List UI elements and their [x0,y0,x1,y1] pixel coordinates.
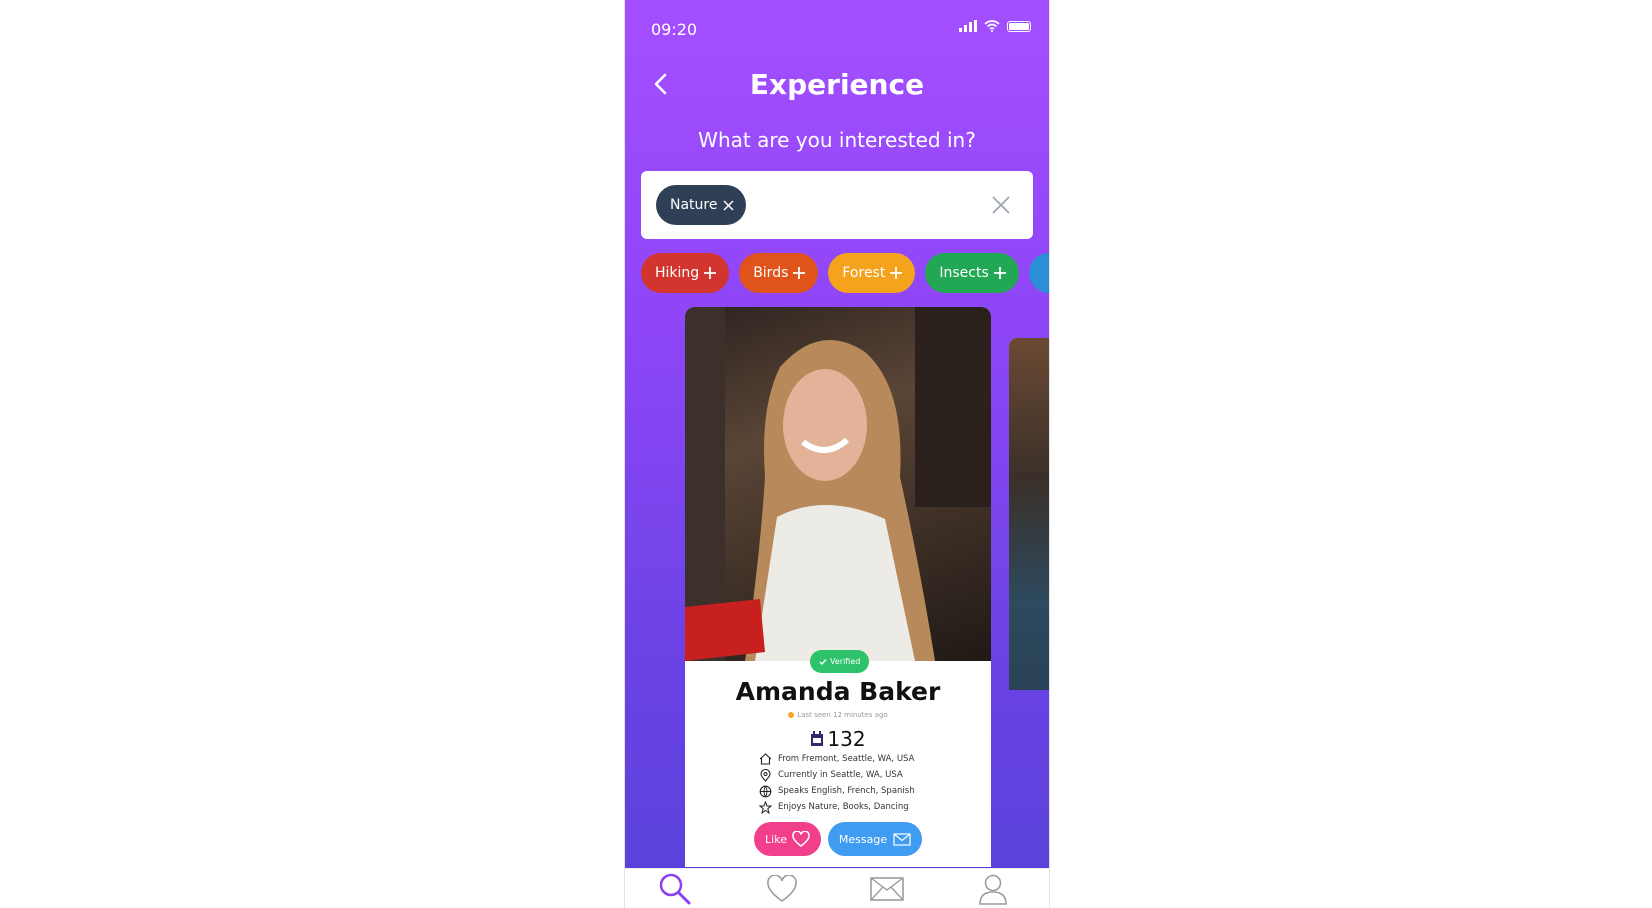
status-time: 09:20 [651,20,698,39]
calendar-badge-icon [811,731,824,746]
home-icon [759,753,772,765]
verified-badge: Verified [810,650,870,673]
battery-icon [1007,20,1031,32]
message-label: Message [838,832,888,846]
profile-facts: From Fremont, Seattle, WA, USA Currently… [759,751,915,815]
tag-label: Birds [753,265,789,281]
search-icon [659,873,691,905]
tag-hiking[interactable]: Hiking [641,253,730,293]
like-button[interactable]: Like [754,822,821,856]
tag-label: Forest [842,265,886,281]
tag-partial[interactable] [1028,253,1049,293]
mail-icon [870,877,904,901]
plus-icon [993,267,1006,279]
tag-insects[interactable]: Insects [925,253,1019,293]
heart-icon [767,875,797,902]
profile-score: 132 [685,727,991,751]
fact-hometown: From Fremont, Seattle, WA, USA [759,751,915,767]
fact-location: Currently in Seattle, WA, USA [759,767,915,783]
remove-chip-icon[interactable] [723,199,735,211]
signal-icon [959,20,977,32]
plus-icon [890,267,903,279]
fact-text: Speaks English, French, Spanish [778,786,915,796]
fact-text: Enjoys Nature, Books, Dancing [778,802,909,812]
interest-search-box[interactable]: Nature [641,171,1033,239]
tag-label: Insects [939,265,989,281]
fact-text: Currently in Seattle, WA, USA [778,770,903,780]
suggested-tags: Hiking Birds Forest Insects [641,253,1049,293]
plus-icon [704,267,717,279]
fact-text: From Fremont, Seattle, WA, USA [778,754,915,764]
tab-messages[interactable] [867,871,907,907]
phone-screen: 09:20 Experience What are you interested… [624,0,1050,908]
page-title: Experience [749,68,925,101]
globe-icon [759,785,772,797]
last-seen-text: Last seen 12 minutes ago [797,711,888,719]
status-icons [959,20,1031,32]
status-dot [788,712,795,718]
page-subtitle: What are you interested in? [698,128,976,152]
wifi-icon [984,20,1000,32]
next-profile-photo [1009,338,1049,690]
fact-languages: Speaks English, French, Spanish [759,783,915,799]
location-pin-icon [760,768,771,782]
status-bar: 09:20 [625,0,1049,52]
fact-interests: Enjoys Nature, Books, Dancing [759,799,915,815]
portrait-illustration [685,307,991,661]
tag-forest[interactable]: Forest [828,253,916,293]
mail-icon [893,832,911,846]
clear-search-icon[interactable] [991,195,1011,215]
chip-label: Nature [670,197,718,213]
verified-label: Verified [830,657,861,666]
tag-birds[interactable]: Birds [739,253,819,293]
next-profile-card[interactable] [1009,338,1049,690]
score-value: 132 [827,727,866,751]
tag-label: Hiking [655,265,700,281]
last-seen: Last seen 12 minutes ago [685,711,991,719]
star-icon [759,800,772,814]
profile-name: Amanda Baker [735,677,941,706]
selected-interest-chip[interactable]: Nature [656,185,747,225]
plus-icon [793,267,806,279]
profile-card[interactable]: Verified Amanda Baker Last seen 12 minut… [685,307,991,867]
tab-search[interactable] [655,871,695,907]
check-icon [819,658,827,665]
bottom-tab-bar [625,868,1049,908]
message-button[interactable]: Message [828,822,922,856]
profile-photo [685,307,991,661]
tab-profile[interactable] [973,871,1013,907]
heart-icon [792,831,810,847]
tab-likes[interactable] [762,871,802,907]
user-icon [979,874,1007,905]
like-label: Like [765,832,787,846]
